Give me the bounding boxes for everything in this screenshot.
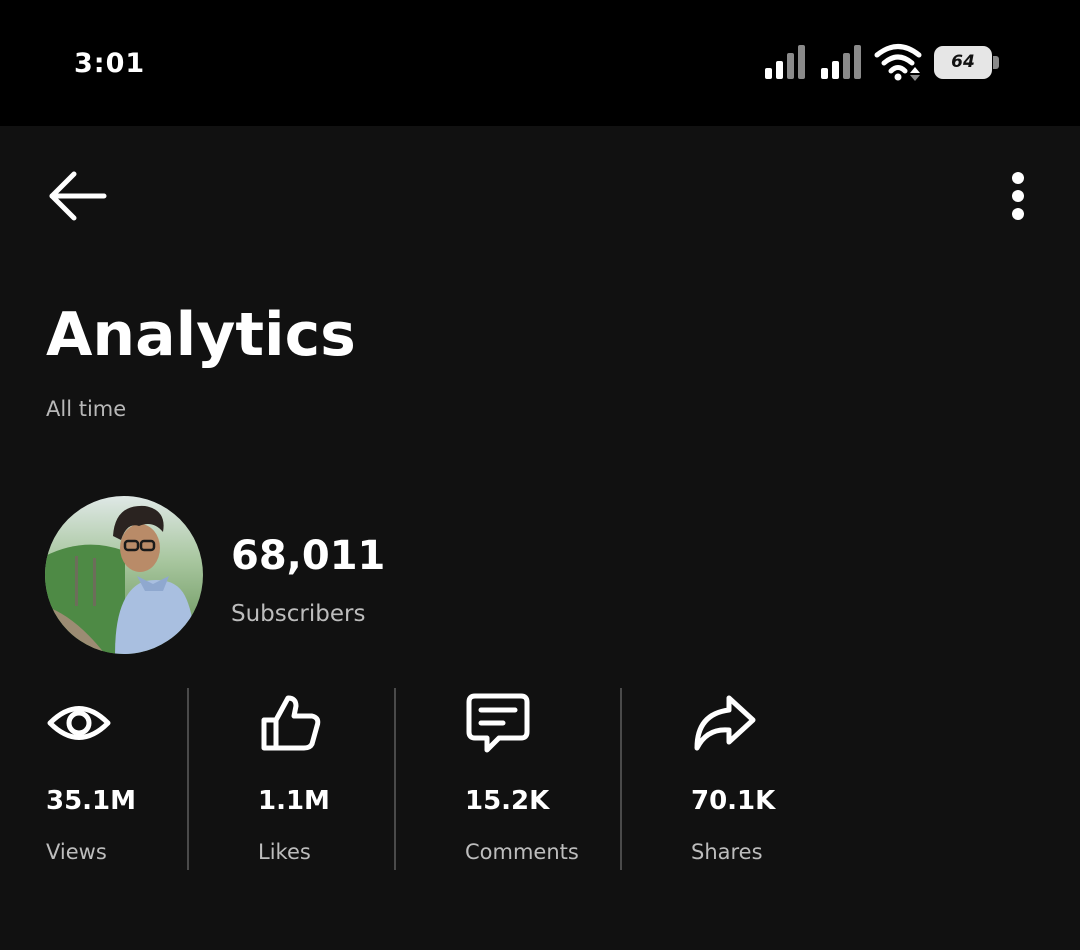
signal-icon <box>765 45 805 79</box>
stat-value: 35.1M <box>46 786 137 816</box>
stat-comments: 15.2K Comments <box>465 688 605 870</box>
battery-icon: 64 <box>934 46 992 79</box>
divider <box>620 688 622 870</box>
battery-level: 64 <box>951 52 975 72</box>
signal-icon <box>821 45 861 79</box>
stat-value: 1.1M <box>258 786 330 816</box>
comment-icon <box>466 693 530 753</box>
stat-views: 35.1M Views <box>46 688 176 870</box>
subscriber-count: 68,011 <box>231 533 386 579</box>
status-time: 3:01 <box>74 48 146 79</box>
wifi-icon <box>874 44 922 81</box>
avatar <box>45 496 203 654</box>
battery-tip <box>993 56 999 69</box>
period-label: All time <box>46 397 127 421</box>
stat-shares: 70.1K Shares <box>691 688 821 870</box>
more-vertical-icon[interactable] <box>998 166 1038 226</box>
stat-value: 15.2K <box>465 786 550 816</box>
stat-label: Shares <box>691 840 763 864</box>
status-bar: 3:01 64 <box>0 0 1080 126</box>
eye-icon <box>47 706 111 740</box>
stat-value: 70.1K <box>691 786 776 816</box>
stat-label: Comments <box>465 840 579 864</box>
stat-likes: 1.1M Likes <box>258 688 378 870</box>
divider <box>394 688 396 870</box>
divider <box>187 688 189 870</box>
stat-label: Views <box>46 840 107 864</box>
share-icon <box>694 695 756 751</box>
stat-label: Likes <box>258 840 311 864</box>
thumbs-up-icon <box>261 695 321 751</box>
page-title: Analytics <box>46 300 356 370</box>
subscriber-label: Subscribers <box>231 601 366 627</box>
back-arrow-icon[interactable] <box>46 168 110 224</box>
